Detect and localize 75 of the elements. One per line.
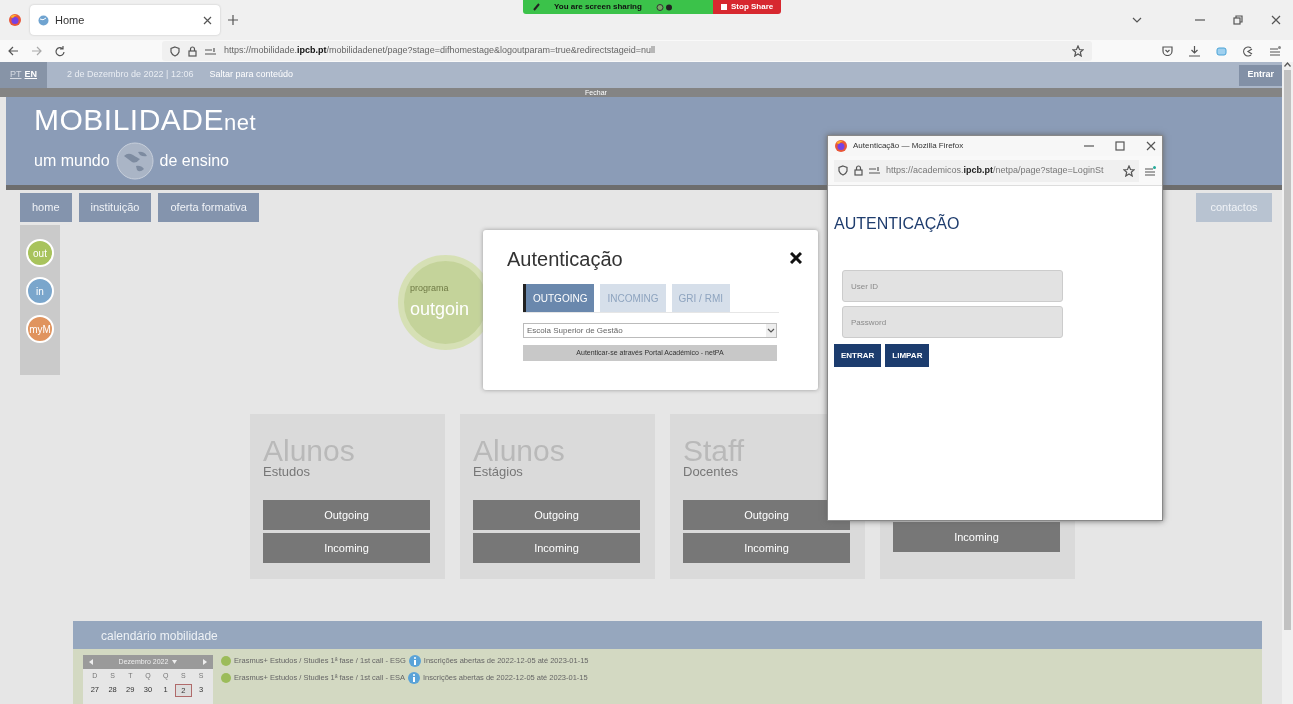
card-button[interactable]: Incoming — [263, 533, 430, 563]
form-button[interactable]: LIMPAR — [885, 344, 930, 367]
download-icon[interactable] — [1189, 45, 1200, 57]
event-dot-icon — [221, 673, 231, 683]
share-text: You are screen sharing — [554, 1, 642, 13]
dialog-tab[interactable]: OUTGOING — [523, 284, 595, 312]
lock-icon — [854, 165, 863, 176]
star-icon[interactable] — [1123, 164, 1135, 177]
nav-link[interactable]: home — [20, 193, 72, 222]
maximize-icon[interactable] — [1115, 141, 1125, 151]
program-circle-button[interactable]: myM — [26, 315, 54, 343]
card-subtitle: Docentes — [683, 465, 739, 479]
pin-icon — [533, 3, 540, 11]
language-link[interactable]: EN — [24, 68, 38, 82]
url-text: https://mobilidade.ipcb.pt/mobilidadenet/page?stage=difhomestage&logoutparam=true&redirectstageid=null — [224, 44, 657, 58]
circle-caption: programa — [410, 282, 450, 296]
scrollbar[interactable] — [1282, 62, 1293, 704]
nav-link[interactable]: oferta formativa — [158, 193, 259, 222]
scroll-up-icon[interactable] — [1284, 62, 1291, 67]
close-icon[interactable] — [1146, 141, 1156, 151]
card-button[interactable]: Incoming — [473, 533, 640, 563]
info-icon — [408, 672, 420, 684]
form-button[interactable]: ENTRAR — [834, 344, 882, 367]
address-bar[interactable]: https://mobilidade.ipcb.pt/mobilidadenet/page?stage=difhomestage&logoutparam=true&redirectstageid=null — [162, 41, 1092, 61]
chevron-down-icon[interactable] — [1132, 17, 1142, 23]
card-button[interactable]: Incoming — [683, 533, 850, 563]
globe-icon — [38, 14, 49, 26]
event-dot-icon — [221, 656, 231, 666]
status-icons — [655, 3, 674, 11]
card-button[interactable]: Incoming — [893, 522, 1060, 552]
restore-icon[interactable] — [1233, 15, 1243, 25]
input-field[interactable]: User ID — [842, 270, 1063, 302]
card-subtitle: Estudos — [263, 465, 311, 479]
program-circle-button[interactable]: in — [26, 277, 54, 305]
circle-label: outgoin — [410, 297, 471, 321]
pocket-icon[interactable] — [1162, 45, 1173, 56]
sliders-icon — [205, 46, 216, 56]
tagline-text: um mundo — [34, 151, 110, 171]
browser-logo-icon — [834, 139, 848, 153]
crescent-icon[interactable] — [1243, 45, 1254, 57]
school-select[interactable]: Escola Superior de Gestão — [523, 323, 777, 338]
close-icon[interactable] — [790, 252, 802, 264]
section-header: calendário mobilidade — [73, 621, 1262, 649]
back-arrow-icon[interactable] — [8, 46, 19, 56]
globe-icon — [115, 142, 154, 180]
dialog-title: Autenticação — [507, 247, 624, 272]
tagline-text: de ensino — [159, 151, 229, 171]
nav-link[interactable]: instituição — [78, 193, 152, 222]
login-heading: AUTENTICAÇÃO — [834, 213, 961, 234]
window-title: Autenticação — Mozilla Firefox — [853, 140, 965, 152]
close-icon[interactable] — [1271, 15, 1281, 25]
close-icon[interactable] — [203, 15, 212, 25]
caret-icon — [766, 324, 776, 337]
site-logo: MOBILIDADEnet — [34, 103, 258, 138]
card-subtitle: Estágios — [473, 465, 524, 479]
card-button[interactable]: Outgoing — [473, 500, 640, 530]
browser-tab[interactable]: Home — [30, 5, 220, 35]
stop-square-icon — [721, 3, 727, 10]
language-link[interactable]: PT — [10, 68, 22, 82]
url-text: https://academicos.ipcb.pt/netpa/page?stage=LoginSt — [886, 163, 1105, 177]
star-icon[interactable] — [1072, 45, 1084, 57]
plus-icon[interactable] — [228, 15, 238, 25]
card-button[interactable]: Outgoing — [263, 500, 430, 530]
lock-icon — [188, 45, 197, 57]
stop-share-button[interactable]: Stop Share — [713, 0, 782, 14]
menu-icon[interactable] — [1270, 45, 1281, 56]
login-button[interactable]: Entrar — [1239, 64, 1282, 86]
sliders-icon — [869, 166, 880, 175]
shield-icon — [170, 45, 180, 57]
address-bar[interactable]: https://academicos.ipcb.pt/netpa/page?stage=LoginSt — [834, 159, 1139, 182]
shield-icon — [838, 165, 848, 176]
input-field[interactable]: Password — [842, 306, 1063, 338]
info-icon — [408, 655, 421, 667]
browser-logo-icon[interactable] — [8, 13, 22, 27]
reload-icon[interactable] — [54, 45, 65, 57]
